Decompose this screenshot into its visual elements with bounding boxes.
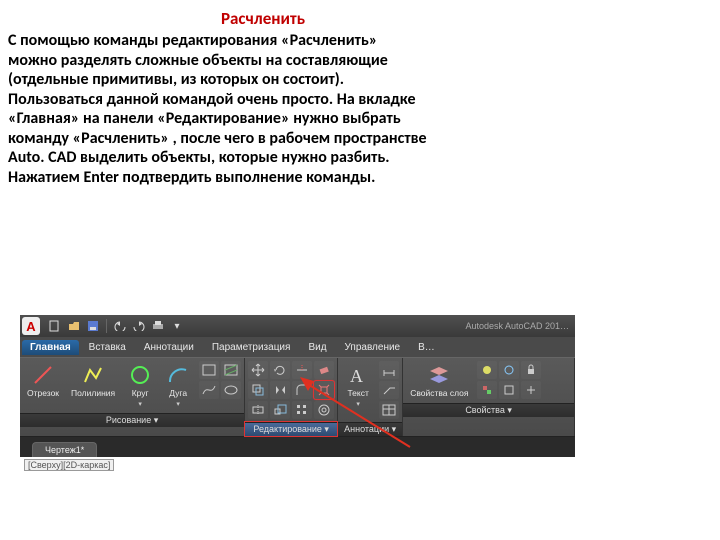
autocad-window: A ▾ Autodesk AutoCAD 201… Главная Вставк… <box>20 315 575 485</box>
text-label: Текст <box>347 389 368 398</box>
explode-button[interactable] <box>314 381 334 399</box>
stretch-icon[interactable] <box>248 401 268 419</box>
chevron-down-icon: ▾ <box>176 400 180 408</box>
tab-view[interactable]: Вид <box>300 340 334 355</box>
table-icon[interactable] <box>379 401 399 419</box>
panel-title-properties[interactable]: Свойства ▾ <box>403 403 574 417</box>
new-icon[interactable] <box>47 318 63 334</box>
panel-properties: Свойства слоя Свойства ▾ <box>403 358 575 436</box>
panel-title-annotation[interactable]: Аннотации ▾ <box>338 422 402 436</box>
copy-icon[interactable] <box>248 381 268 399</box>
array-icon[interactable] <box>292 401 312 419</box>
document-tabs: Чертеж1* <box>20 437 575 457</box>
panel-title-modify[interactable]: Редактирование ▾ <box>245 422 337 436</box>
panel-draw: Отрезок Полилиния Круг ▾ Дуга ▾ <box>20 358 245 436</box>
layer-state-icon[interactable] <box>499 381 519 399</box>
tab-manage[interactable]: Управление <box>337 340 409 355</box>
polyline-icon <box>80 363 106 387</box>
layer-freeze-icon[interactable] <box>499 361 519 379</box>
offset-icon[interactable] <box>314 401 334 419</box>
arc-label: Дуга <box>169 389 187 398</box>
hatch-icon[interactable] <box>221 361 241 379</box>
article-body: С помощью команды редактирования «Расчле… <box>8 31 428 187</box>
app-title: Autodesk AutoCAD 201… <box>465 321 573 331</box>
panel-title-modify-label: Редактирование <box>253 424 322 434</box>
panel-title-draw[interactable]: Рисование ▾ <box>20 413 244 427</box>
panel-title-prop-label: Свойства <box>465 405 505 415</box>
rect-icon[interactable] <box>199 361 219 379</box>
mirror-icon[interactable] <box>270 381 290 399</box>
dimension-icon[interactable] <box>379 361 399 379</box>
circle-icon <box>127 363 153 387</box>
line-icon <box>30 363 56 387</box>
panel-annotation: A Текст ▾ Аннотации ▾ <box>338 358 403 436</box>
layer-off-icon[interactable] <box>477 361 497 379</box>
layer-iso-icon[interactable] <box>521 381 541 399</box>
tab-more[interactable]: В… <box>410 340 443 355</box>
app-menu-button[interactable]: A <box>22 317 40 335</box>
line-label: Отрезок <box>27 389 59 398</box>
redo-icon[interactable] <box>131 318 147 334</box>
leader-icon[interactable] <box>379 381 399 399</box>
arc-button[interactable]: Дуга ▾ <box>161 361 195 410</box>
text-button[interactable]: A Текст ▾ <box>341 361 375 410</box>
erase-icon[interactable] <box>314 361 334 379</box>
quick-access-toolbar: A ▾ Autodesk AutoCAD 201… <box>20 315 575 337</box>
trim-icon[interactable] <box>292 361 312 379</box>
circle-button[interactable]: Круг ▾ <box>123 361 157 410</box>
text-icon: A <box>345 363 371 387</box>
viewport-label[interactable]: [Сверху][2D-каркас] <box>24 459 114 471</box>
save-icon[interactable] <box>85 318 101 334</box>
tab-insert[interactable]: Вставка <box>81 340 134 355</box>
move-icon[interactable] <box>248 361 268 379</box>
spline-icon[interactable] <box>199 381 219 399</box>
polyline-label: Полилиния <box>71 389 115 398</box>
article-heading: Расчленить <box>98 8 428 29</box>
layer-properties-button[interactable]: Свойства слоя <box>406 361 472 400</box>
line-button[interactable]: Отрезок <box>23 361 63 400</box>
tab-home[interactable]: Главная <box>22 340 79 355</box>
rotate-icon[interactable] <box>270 361 290 379</box>
polyline-button[interactable]: Полилиния <box>67 361 119 400</box>
layer-lock-icon[interactable] <box>521 361 541 379</box>
panel-modify: Редактирование ▾ <box>245 358 338 436</box>
print-icon[interactable] <box>150 318 166 334</box>
panel-title-annot-label: Аннотации <box>344 424 389 434</box>
svg-text:A: A <box>350 366 363 386</box>
tab-parametric[interactable]: Параметризация <box>204 340 299 355</box>
layer-prop-label: Свойства слоя <box>410 389 468 398</box>
chevron-down-icon: ▾ <box>356 400 360 408</box>
ribbon: Отрезок Полилиния Круг ▾ Дуга ▾ <box>20 357 575 437</box>
arc-icon <box>165 363 191 387</box>
document-tab[interactable]: Чертеж1* <box>32 442 97 457</box>
circle-label: Круг <box>132 389 149 398</box>
ribbon-tabs: Главная Вставка Аннотации Параметризация… <box>20 337 575 357</box>
chevron-down-icon: ▾ <box>138 400 142 408</box>
tab-annotate[interactable]: Аннотации <box>136 340 202 355</box>
match-properties-icon[interactable] <box>477 381 497 399</box>
open-icon[interactable] <box>66 318 82 334</box>
drawing-area[interactable]: [Сверху][2D-каркас] <box>20 457 575 485</box>
panel-title-draw-label: Рисование <box>106 415 151 425</box>
chevron-down-icon[interactable]: ▾ <box>169 318 185 334</box>
scale-icon[interactable] <box>270 401 290 419</box>
layers-icon <box>426 363 452 387</box>
ellipse-icon[interactable] <box>221 381 241 399</box>
undo-icon[interactable] <box>112 318 128 334</box>
fillet-icon[interactable] <box>292 381 312 399</box>
